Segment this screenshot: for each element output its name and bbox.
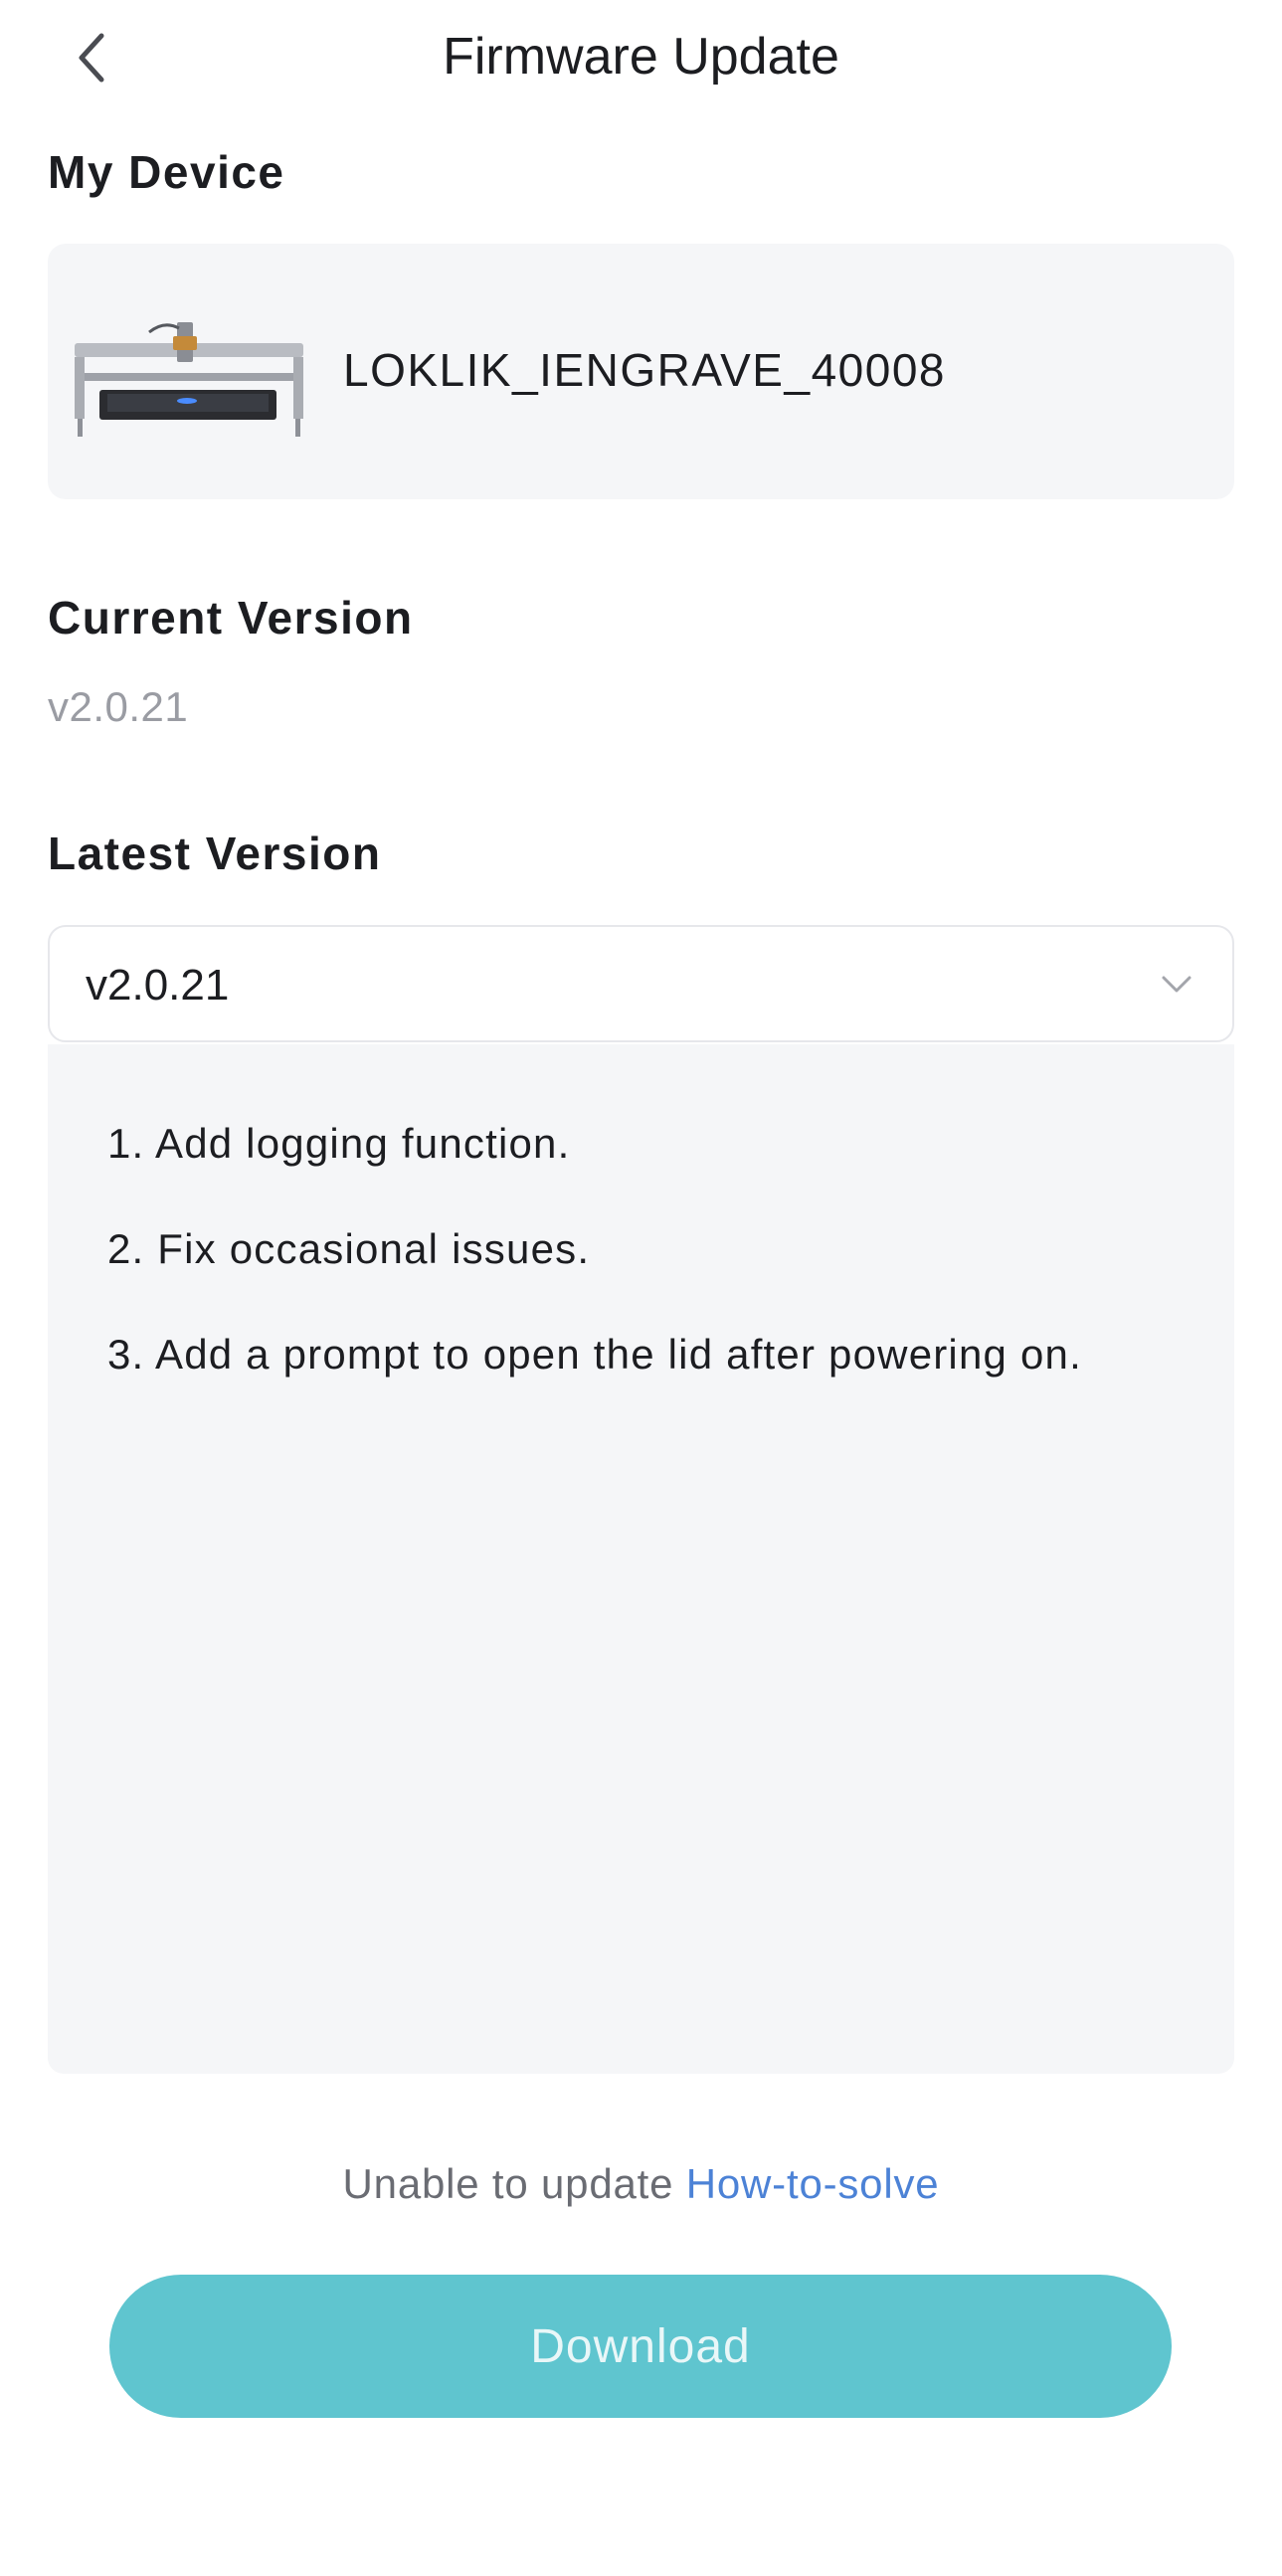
chevron-down-icon [1162,976,1191,993]
version-select[interactable]: v2.0.21 [48,925,1234,1042]
release-notes-panel: 1. Add logging function. 2. Fix occasion… [48,1044,1234,2074]
laser-engraver-image [75,322,303,437]
page-title: Firmware Update [443,28,839,86]
release-note-item: 2. Fix occasional issues. [107,1225,591,1272]
current-version-label: Current Version [48,592,414,644]
version-select-value: v2.0.21 [86,961,230,1010]
download-button[interactable]: Download [109,2275,1172,2418]
header-bar: Firmware Update [0,0,1282,115]
device-card[interactable]: LOKLIK_IENGRAVE_40008 [48,244,1234,499]
help-line: Unable to update How-to-solve [0,2160,1282,2208]
latest-version-label: Latest Version [48,828,382,879]
how-to-solve-link[interactable]: How-to-solve [686,2160,940,2207]
device-name: LOKLIK_IENGRAVE_40008 [343,344,946,396]
release-note-item: 3. Add a prompt to open the lid after po… [107,1331,1082,1378]
release-note-item: 1. Add logging function. [107,1120,571,1167]
my-device-label: My Device [48,146,285,198]
current-version-value: v2.0.21 [48,683,189,730]
help-text: Unable to update [342,2160,674,2207]
